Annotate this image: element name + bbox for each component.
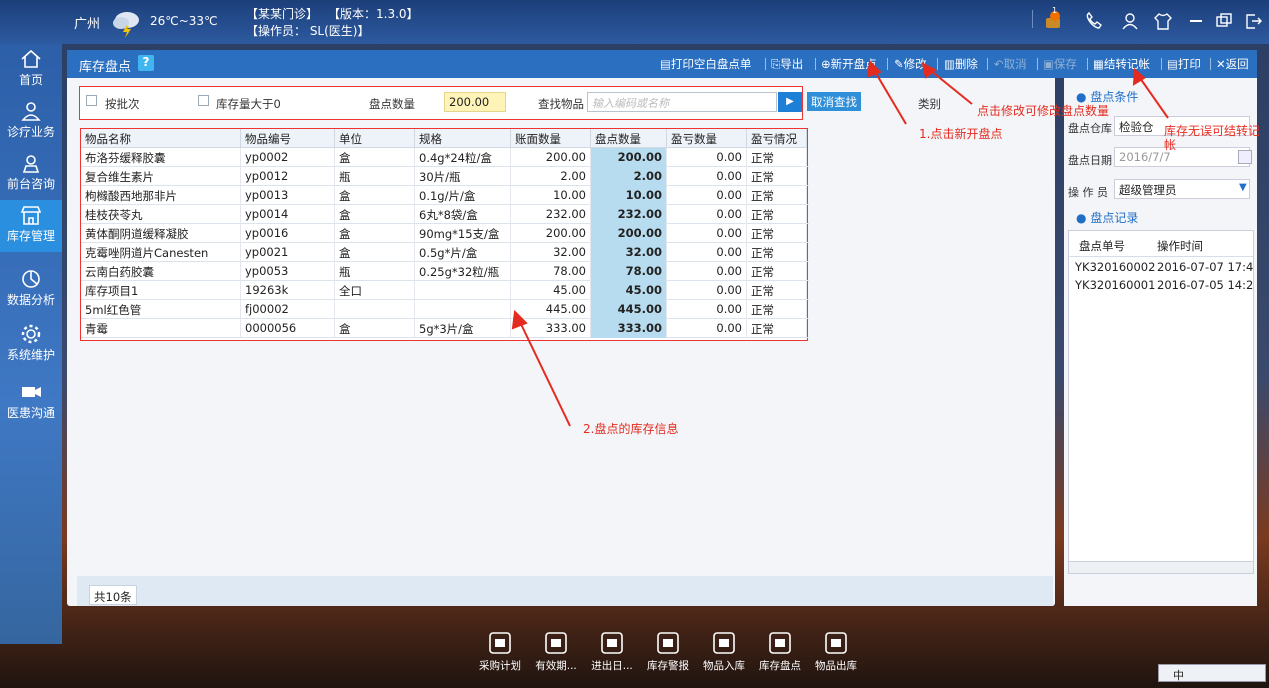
- dock-icon: [769, 632, 791, 654]
- dock-item[interactable]: 库存警报: [644, 630, 692, 673]
- dock-label: 物品出库: [815, 660, 857, 672]
- dock-icon: [713, 632, 735, 654]
- dock-item[interactable]: 有效期...: [532, 630, 580, 673]
- note-carry-forward: 库存无误可结转记帐: [1164, 124, 1261, 152]
- dock-icon: [601, 632, 623, 654]
- dock-label: 进出日...: [591, 660, 633, 672]
- dock-item[interactable]: 物品出库: [812, 630, 860, 673]
- dock-icon: [657, 632, 679, 654]
- note-new-count: 1.点击新开盘点: [919, 127, 1003, 141]
- dock-icon: [545, 632, 567, 654]
- dock-label: 物品入库: [703, 660, 745, 672]
- dock-label: 库存盘点: [759, 660, 801, 672]
- dock-icon: [489, 632, 511, 654]
- ime-bar[interactable]: 中: [1158, 664, 1266, 682]
- dock-item[interactable]: 采购计划: [476, 630, 524, 673]
- bottom-dock: 采购计划 有效期... 进出日... 库存警报 物品入库 库存盘点 物品出库: [0, 624, 1269, 688]
- note-inventory-info: 2.盘点的库存信息: [583, 422, 679, 436]
- dock-item[interactable]: 物品入库: [700, 630, 748, 673]
- dock-icon: [825, 632, 847, 654]
- dock-label: 库存警报: [647, 660, 689, 672]
- dock-item[interactable]: 库存盘点: [756, 630, 804, 673]
- dock-item[interactable]: 进出日...: [588, 630, 636, 673]
- ime-mode: 中: [1173, 669, 1184, 682]
- dock-label: 有效期...: [535, 660, 577, 672]
- dock-label: 采购计划: [479, 660, 521, 672]
- note-edit: 点击修改可修改盘点数量: [977, 104, 1110, 118]
